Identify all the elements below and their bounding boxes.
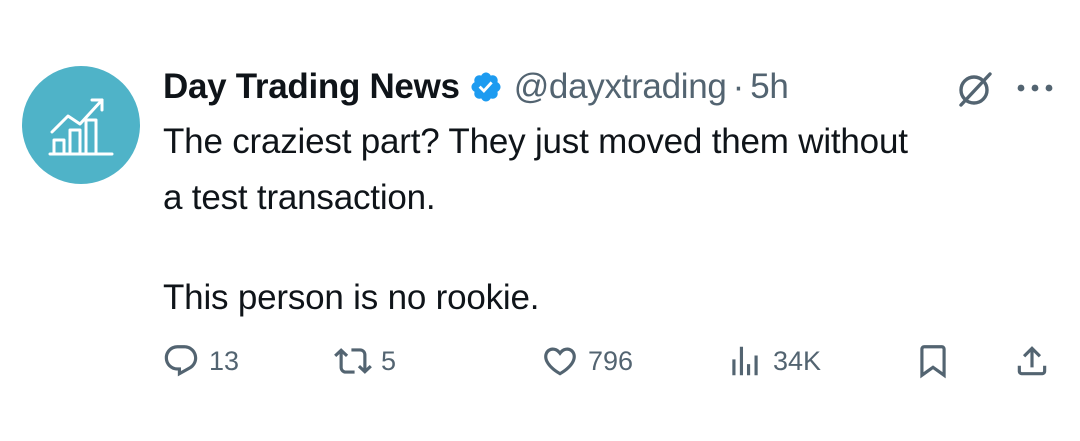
- trend-chart-icon: [48, 98, 114, 156]
- timestamp[interactable]: 5h: [750, 67, 789, 107]
- heart-icon: [544, 347, 576, 376]
- tweet-actions: 13 5 796 34K: [0, 335, 1080, 387]
- views-button[interactable]: 34K: [726, 335, 821, 387]
- avatar[interactable]: [22, 66, 140, 184]
- author-handle[interactable]: @dayxtrading: [514, 67, 727, 107]
- bookmark-icon: [920, 345, 946, 379]
- like-button[interactable]: 796: [541, 335, 633, 387]
- share-icon: [1017, 346, 1047, 376]
- view-count: 34K: [773, 345, 822, 376]
- verified-badge-icon: [471, 72, 501, 102]
- repost-icon: [334, 348, 372, 374]
- bookmark-button[interactable]: [914, 335, 952, 387]
- tweet-line-1: The craziest part? They just moved them …: [163, 122, 908, 161]
- tweet-paragraph-2: This person is no rookie.: [163, 278, 540, 317]
- like-count: 796: [588, 345, 634, 376]
- reply-count: 13: [209, 345, 240, 376]
- repost-button[interactable]: 5: [334, 335, 396, 387]
- repost-count: 5: [381, 345, 397, 376]
- share-button[interactable]: [1013, 335, 1051, 387]
- tweet-text: The craziest part? They just moved them …: [163, 114, 1053, 226]
- tweet-line-2: a test transaction.: [163, 178, 436, 217]
- tweet-header: Day Trading News @dayxtrading · 5h: [163, 62, 789, 112]
- grok-icon[interactable]: [954, 68, 996, 110]
- views-chart-icon: [732, 346, 758, 376]
- reply-icon: [164, 345, 198, 377]
- more-options-icon[interactable]: [1015, 78, 1055, 98]
- separator-dot: ·: [732, 67, 745, 106]
- reply-button[interactable]: 13: [162, 335, 239, 387]
- author-name[interactable]: Day Trading News: [163, 67, 460, 107]
